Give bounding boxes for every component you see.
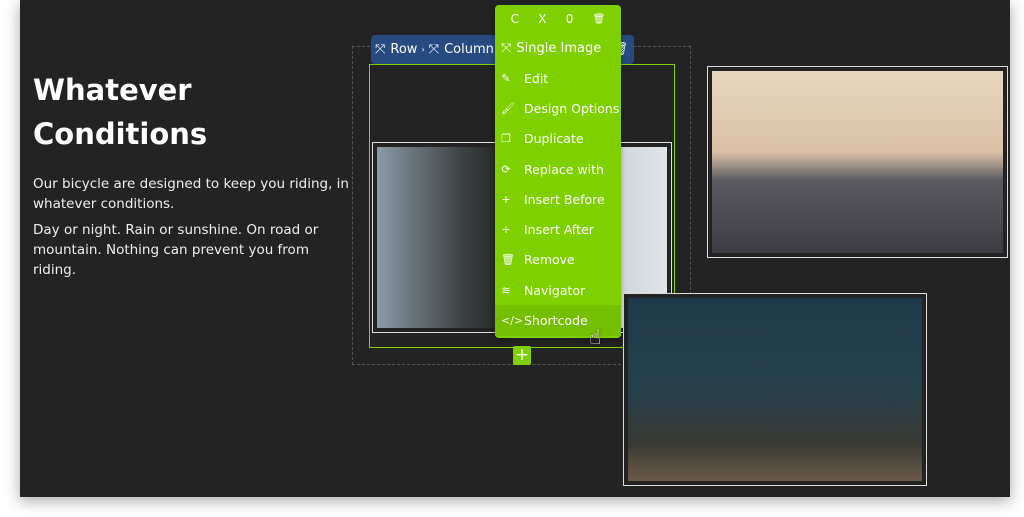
menu-item-label: Remove [524,252,575,268]
move-icon: ⤧ [501,40,512,56]
menu-item-label: Duplicate [524,131,584,147]
page-heading: Whatever Conditions [33,73,208,151]
single-image-road-cyclist[interactable] [707,66,1008,258]
menu-top-actions: C X 0 🗑 [495,5,621,33]
zero-button[interactable]: 0 [566,12,574,26]
menu-item-edit[interactable]: ✎ Edit [495,63,621,93]
menu-item-insert-before[interactable]: + Insert Before [495,184,621,214]
x-button[interactable]: X [538,12,546,26]
menu-item-label: Navigator [524,282,586,298]
add-element-button[interactable]: + [513,346,531,365]
menu-item-navigator[interactable]: ≋ Navigator [495,275,621,305]
move-icon: ⤧ [428,42,440,57]
element-context-menu: C X 0 🗑 ⤧ Single Image ✎ Edit 🖌 Design Optio… [495,5,621,338]
single-image-label: Single Image [516,40,602,56]
menu-item-label: Edit [524,70,549,86]
image-road-cyclist [712,71,1003,253]
row-label: Row [390,42,418,57]
breadcrumb-single-image[interactable]: ⤧ Single Image [495,33,621,63]
move-icon: ⤧ [375,42,386,57]
menu-item-shortcode[interactable]: </> Shortcode [495,305,621,336]
refresh-icon: ⟳ [501,162,511,176]
menu-item-replace-with[interactable]: ⟳ Replace with [495,154,621,184]
menu-item-label: Insert After [524,222,594,238]
menu-item-remove[interactable]: 🗑 Remove [495,245,621,275]
menu-item-label: Design Options [524,100,620,116]
plus-icon: + [501,192,511,206]
brush-icon: 🖌 [501,101,515,115]
trash-icon[interactable]: 🗑 [593,14,606,25]
code-icon: </> [501,314,524,328]
layers-icon: ≋ [501,283,511,297]
pencil-icon: ✎ [501,71,511,85]
trash-icon: 🗑 [501,253,515,267]
image-mountain-bike [628,298,922,481]
single-image-mountain-bike[interactable] [623,293,927,486]
paragraph-1: Our bicycle are designed to keep you rid… [33,176,349,212]
breadcrumb-row[interactable]: ⤧ Row [371,42,421,57]
menu-item-design-options[interactable]: 🖌 Design Options [495,93,621,123]
plus-icon: + [501,223,511,237]
breadcrumb-column[interactable]: ⤧ Column [425,42,498,57]
column-label: Column [444,42,494,57]
hand-cursor-icon: ☝ [589,325,602,349]
duplicate-icon: ❐ [501,132,511,146]
menu-item-duplicate[interactable]: ❐ Duplicate [495,124,621,154]
paragraph-2: Day or night. Rain or sunshine. On road … [33,222,319,278]
menu-item-insert-after[interactable]: + Insert After [495,214,621,244]
menu-item-label: Insert Before [524,191,605,207]
c-button[interactable]: C [511,12,519,26]
menu-item-label: Shortcode [524,313,588,329]
menu-item-label: Replace with [524,161,604,177]
